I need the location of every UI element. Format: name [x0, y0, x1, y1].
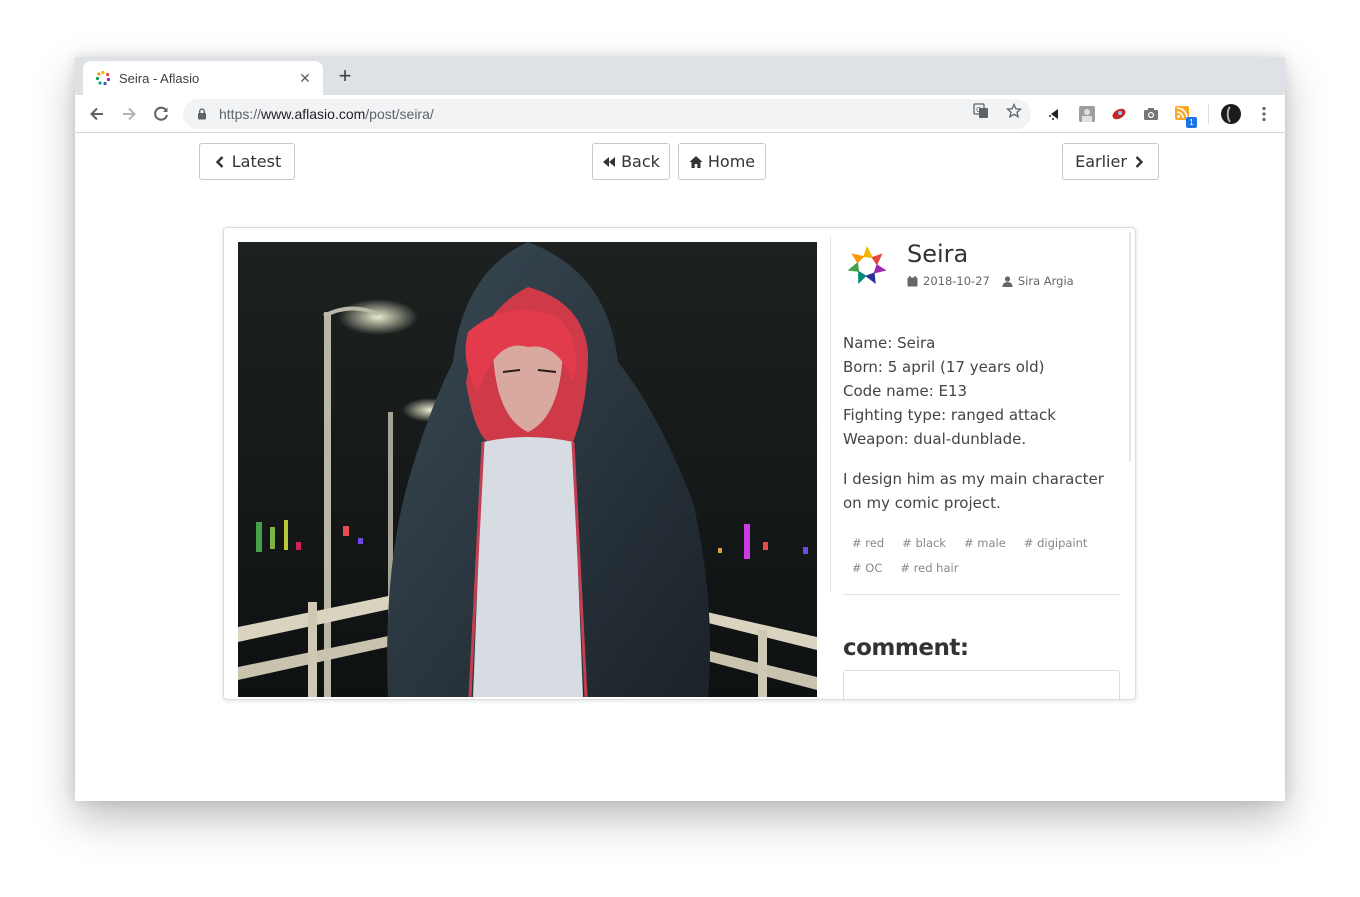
post-date: 2018-10-27 [923, 274, 990, 288]
home-icon [689, 155, 703, 168]
tag-link[interactable]: # black [893, 532, 955, 557]
translate-icon[interactable]: G [973, 103, 989, 119]
tab-strip: Seira - Aflasio ✕ + [75, 57, 1285, 95]
tag-link[interactable]: # OC [843, 557, 891, 582]
extension-rocket-icon[interactable] [1110, 105, 1128, 123]
bookmark-star-icon[interactable] [1006, 103, 1022, 119]
earlier-label: Earlier [1075, 152, 1127, 171]
comment-input[interactable] [843, 670, 1120, 699]
post-description: I design him as my main character on my … [843, 470, 1104, 512]
tag-link[interactable]: # digipaint [1015, 532, 1097, 557]
post-author-link[interactable]: Sira Argia [1018, 274, 1074, 288]
aflasio-favicon-icon [95, 70, 111, 86]
bio-line: Name: Seira [843, 334, 936, 352]
calendar-icon [907, 275, 918, 286]
home-button[interactable]: Home [678, 143, 766, 180]
extension-portrait-icon[interactable] [1078, 105, 1096, 123]
address-bar[interactable]: https://www.aflasio.com/post/seira/ [183, 99, 1031, 129]
page-content: Latest Back Home Earlier Seira 2018-10-2… [75, 134, 1285, 801]
user-icon [1002, 275, 1013, 287]
tag-link[interactable]: # red [843, 532, 893, 557]
post-artwork-image[interactable] [238, 242, 817, 697]
tag-link[interactable]: # red hair [891, 557, 967, 582]
back-label: Back [621, 152, 660, 171]
post-meta: 2018-10-27 Sira Argia [907, 274, 1074, 288]
reload-icon[interactable] [151, 104, 171, 124]
bio-line: Born: 5 april (17 years old) [843, 358, 1045, 376]
info-scrollbar[interactable] [1129, 232, 1131, 462]
url-text: https://www.aflasio.com/post/seira/ [219, 106, 434, 122]
toolbar-separator [1208, 104, 1209, 124]
chevron-left-icon [215, 155, 224, 168]
camera-icon[interactable] [1142, 105, 1160, 123]
browser-tab[interactable]: Seira - Aflasio ✕ [83, 61, 323, 95]
comment-heading: comment: [843, 635, 969, 661]
home-label: Home [707, 152, 756, 171]
author-logo-icon [847, 246, 887, 284]
rss-unread-badge: 1 [1186, 117, 1197, 128]
latest-button[interactable]: Latest [199, 143, 295, 180]
menu-kebab-icon[interactable] [1255, 105, 1273, 123]
new-tab-icon[interactable]: + [333, 65, 357, 89]
lock-icon [198, 108, 206, 120]
earlier-button[interactable]: Earlier [1062, 143, 1159, 180]
browser-window: Seira - Aflasio ✕ + https://www.aflasio.… [75, 57, 1285, 801]
latest-label: Latest [231, 152, 282, 171]
profile-avatar[interactable] [1221, 104, 1241, 124]
tag-list: # red # black # male # digipaint # OC # … [843, 532, 1121, 582]
tab-title: Seira - Aflasio [119, 70, 200, 86]
forward-arrow-icon[interactable] [119, 104, 139, 124]
tag-link[interactable]: # male [955, 532, 1015, 557]
back-arrow-icon[interactable] [87, 104, 107, 124]
post-card: Seira 2018-10-27 Sira Argia Name: Seira … [223, 227, 1136, 700]
bio-line: Fighting type: ranged attack [843, 406, 1056, 424]
column-divider [830, 236, 831, 592]
tab-close-icon[interactable]: ✕ [297, 70, 313, 86]
back-button[interactable]: Back [592, 143, 670, 180]
chevron-right-icon [1135, 155, 1144, 168]
section-divider [843, 594, 1120, 595]
character-bio: Name: Seira Born: 5 april (17 years old)… [843, 331, 1121, 451]
bio-line: Code name: E13 [843, 382, 968, 400]
extension-cursor-icon[interactable] [1046, 105, 1064, 123]
svg-text:G: G [976, 106, 981, 114]
browser-toolbar: https://www.aflasio.com/post/seira/ G 1 [75, 95, 1285, 133]
fast-backward-icon [603, 156, 616, 167]
bio-line: Weapon: dual-dunblade. [843, 430, 1027, 448]
post-title: Seira [907, 240, 969, 268]
